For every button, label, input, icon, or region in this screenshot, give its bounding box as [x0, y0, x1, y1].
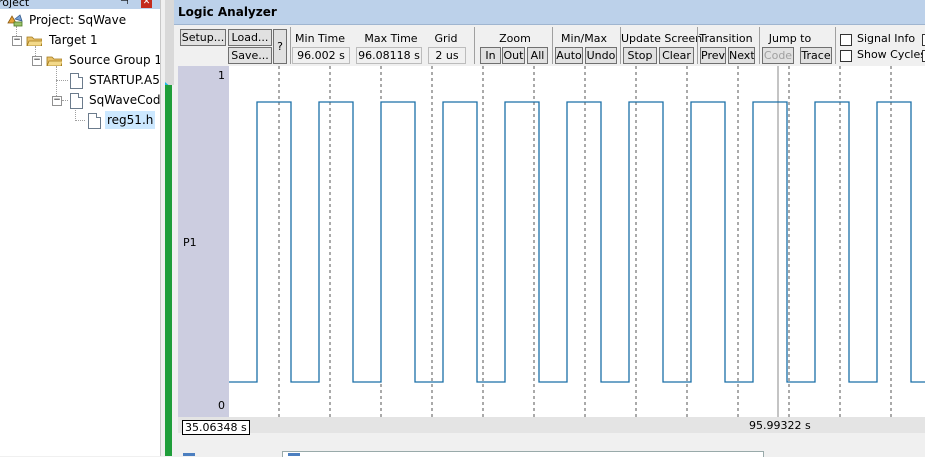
- side-strip: [165, 0, 174, 85]
- grid-label: Grid: [434, 32, 458, 45]
- cursor-time-box: 35.06348 s: [182, 420, 250, 435]
- collapse-icon[interactable]: −: [32, 56, 42, 66]
- tree-item-label: Project: SqWave: [29, 13, 127, 27]
- project-panel-header: roject ⊣ ✕: [0, 0, 160, 9]
- tree-item-label: reg51.h: [105, 111, 156, 129]
- jump-to-label: Jump to: [768, 32, 812, 45]
- jump-code-button[interactable]: Code: [762, 47, 794, 64]
- max-time-label: Max Time: [364, 32, 418, 45]
- minmax-label: Min/Max: [561, 32, 607, 45]
- minmax-undo-button[interactable]: Undo: [585, 47, 617, 64]
- project-icon: [7, 14, 23, 27]
- minmax-auto-button[interactable]: Auto: [555, 47, 583, 64]
- max-time-value: 96.08118 s: [356, 47, 422, 64]
- tree-item-project[interactable]: Project: SqWave: [0, 11, 160, 29]
- folder-icon: [26, 36, 42, 46]
- help-button[interactable]: ?: [273, 29, 287, 64]
- show-cycles-label: Show Cycles: [857, 48, 925, 61]
- file-icon: [70, 73, 83, 89]
- transition-prev-button[interactable]: Prev: [700, 47, 726, 64]
- y-high-label: 1: [218, 69, 225, 82]
- setup-button[interactable]: Setup...: [180, 29, 226, 46]
- jump-trace-button[interactable]: Trace: [800, 47, 832, 64]
- project-panel: roject ⊣ ✕ Project: SqWave − Target 1 −: [0, 0, 160, 456]
- bottom-tab-strip: [174, 437, 925, 457]
- toolbar-separator: [474, 27, 475, 64]
- waveform-plot[interactable]: [229, 66, 925, 417]
- logic-analyzer-window: Logic Analyzer Setup... Load... Save... …: [174, 0, 925, 457]
- signal-info-checkbox[interactable]: [840, 34, 852, 46]
- file-icon: [88, 113, 101, 129]
- signal-info-label: Signal Info: [857, 32, 916, 45]
- toolbar-separator: [552, 27, 553, 64]
- tree-item-label: SqWaveCode: [89, 93, 160, 107]
- show-cycles-checkbox[interactable]: [840, 50, 852, 62]
- tree-item-sqwavecode[interactable]: − SqWaveCode: [0, 91, 160, 109]
- min-time-label: Min Time: [295, 32, 345, 45]
- transition-next-button[interactable]: Next: [728, 47, 755, 64]
- toolbar-separator: [290, 27, 291, 64]
- zoom-out-button[interactable]: Out: [502, 47, 525, 64]
- project-panel-title: roject: [0, 0, 30, 9]
- tree-item-label: Source Group 1: [69, 53, 160, 67]
- pin-icon[interactable]: ⊣: [120, 0, 129, 7]
- waveform-svg: [229, 66, 925, 417]
- update-stop-button[interactable]: Stop: [623, 47, 657, 64]
- update-clear-button[interactable]: Clear: [659, 47, 694, 64]
- signal-name-column: 1 P1 0: [178, 66, 229, 417]
- zoom-label: Zoom: [499, 32, 531, 45]
- update-screen-label: Update Screen: [621, 32, 703, 45]
- coverage-bar: [165, 85, 172, 456]
- close-icon[interactable]: ✕: [141, 0, 152, 8]
- file-icon: [70, 93, 83, 109]
- zoom-in-button[interactable]: In: [480, 47, 501, 64]
- signal-p1-trace: [229, 101, 925, 383]
- tree-item-label: STARTUP.A51: [89, 73, 160, 87]
- cursor-time-right: 95.99322 s: [749, 419, 811, 432]
- tree-item-startup[interactable]: STARTUP.A51: [0, 71, 160, 89]
- zoom-all-button[interactable]: All: [527, 47, 548, 64]
- logic-analyzer-titlebar: Logic Analyzer: [174, 0, 925, 25]
- toolbar-separator: [835, 27, 836, 64]
- tree-item-target[interactable]: − Target 1: [0, 31, 160, 49]
- save-button[interactable]: Save...: [228, 47, 272, 64]
- tree-item-label: Target 1: [49, 33, 98, 47]
- collapse-icon[interactable]: −: [52, 96, 62, 106]
- time-axis-bar: s 95.99322 s: [178, 417, 925, 433]
- transition-label: Transition: [699, 32, 753, 45]
- window-title: Logic Analyzer: [178, 5, 277, 19]
- min-time-value: 96.002 s: [292, 47, 350, 64]
- tree-item-source-group[interactable]: − Source Group 1: [0, 51, 160, 69]
- folder-icon: [46, 56, 62, 66]
- load-button[interactable]: Load...: [228, 29, 272, 46]
- signal-name-p1[interactable]: P1: [183, 236, 197, 249]
- bottom-tab[interactable]: [282, 451, 764, 457]
- collapse-icon[interactable]: −: [12, 36, 22, 46]
- grid-value: 2 us: [428, 47, 466, 64]
- y-low-label: 0: [218, 399, 225, 412]
- tree-item-reg51[interactable]: reg51.h: [0, 111, 160, 129]
